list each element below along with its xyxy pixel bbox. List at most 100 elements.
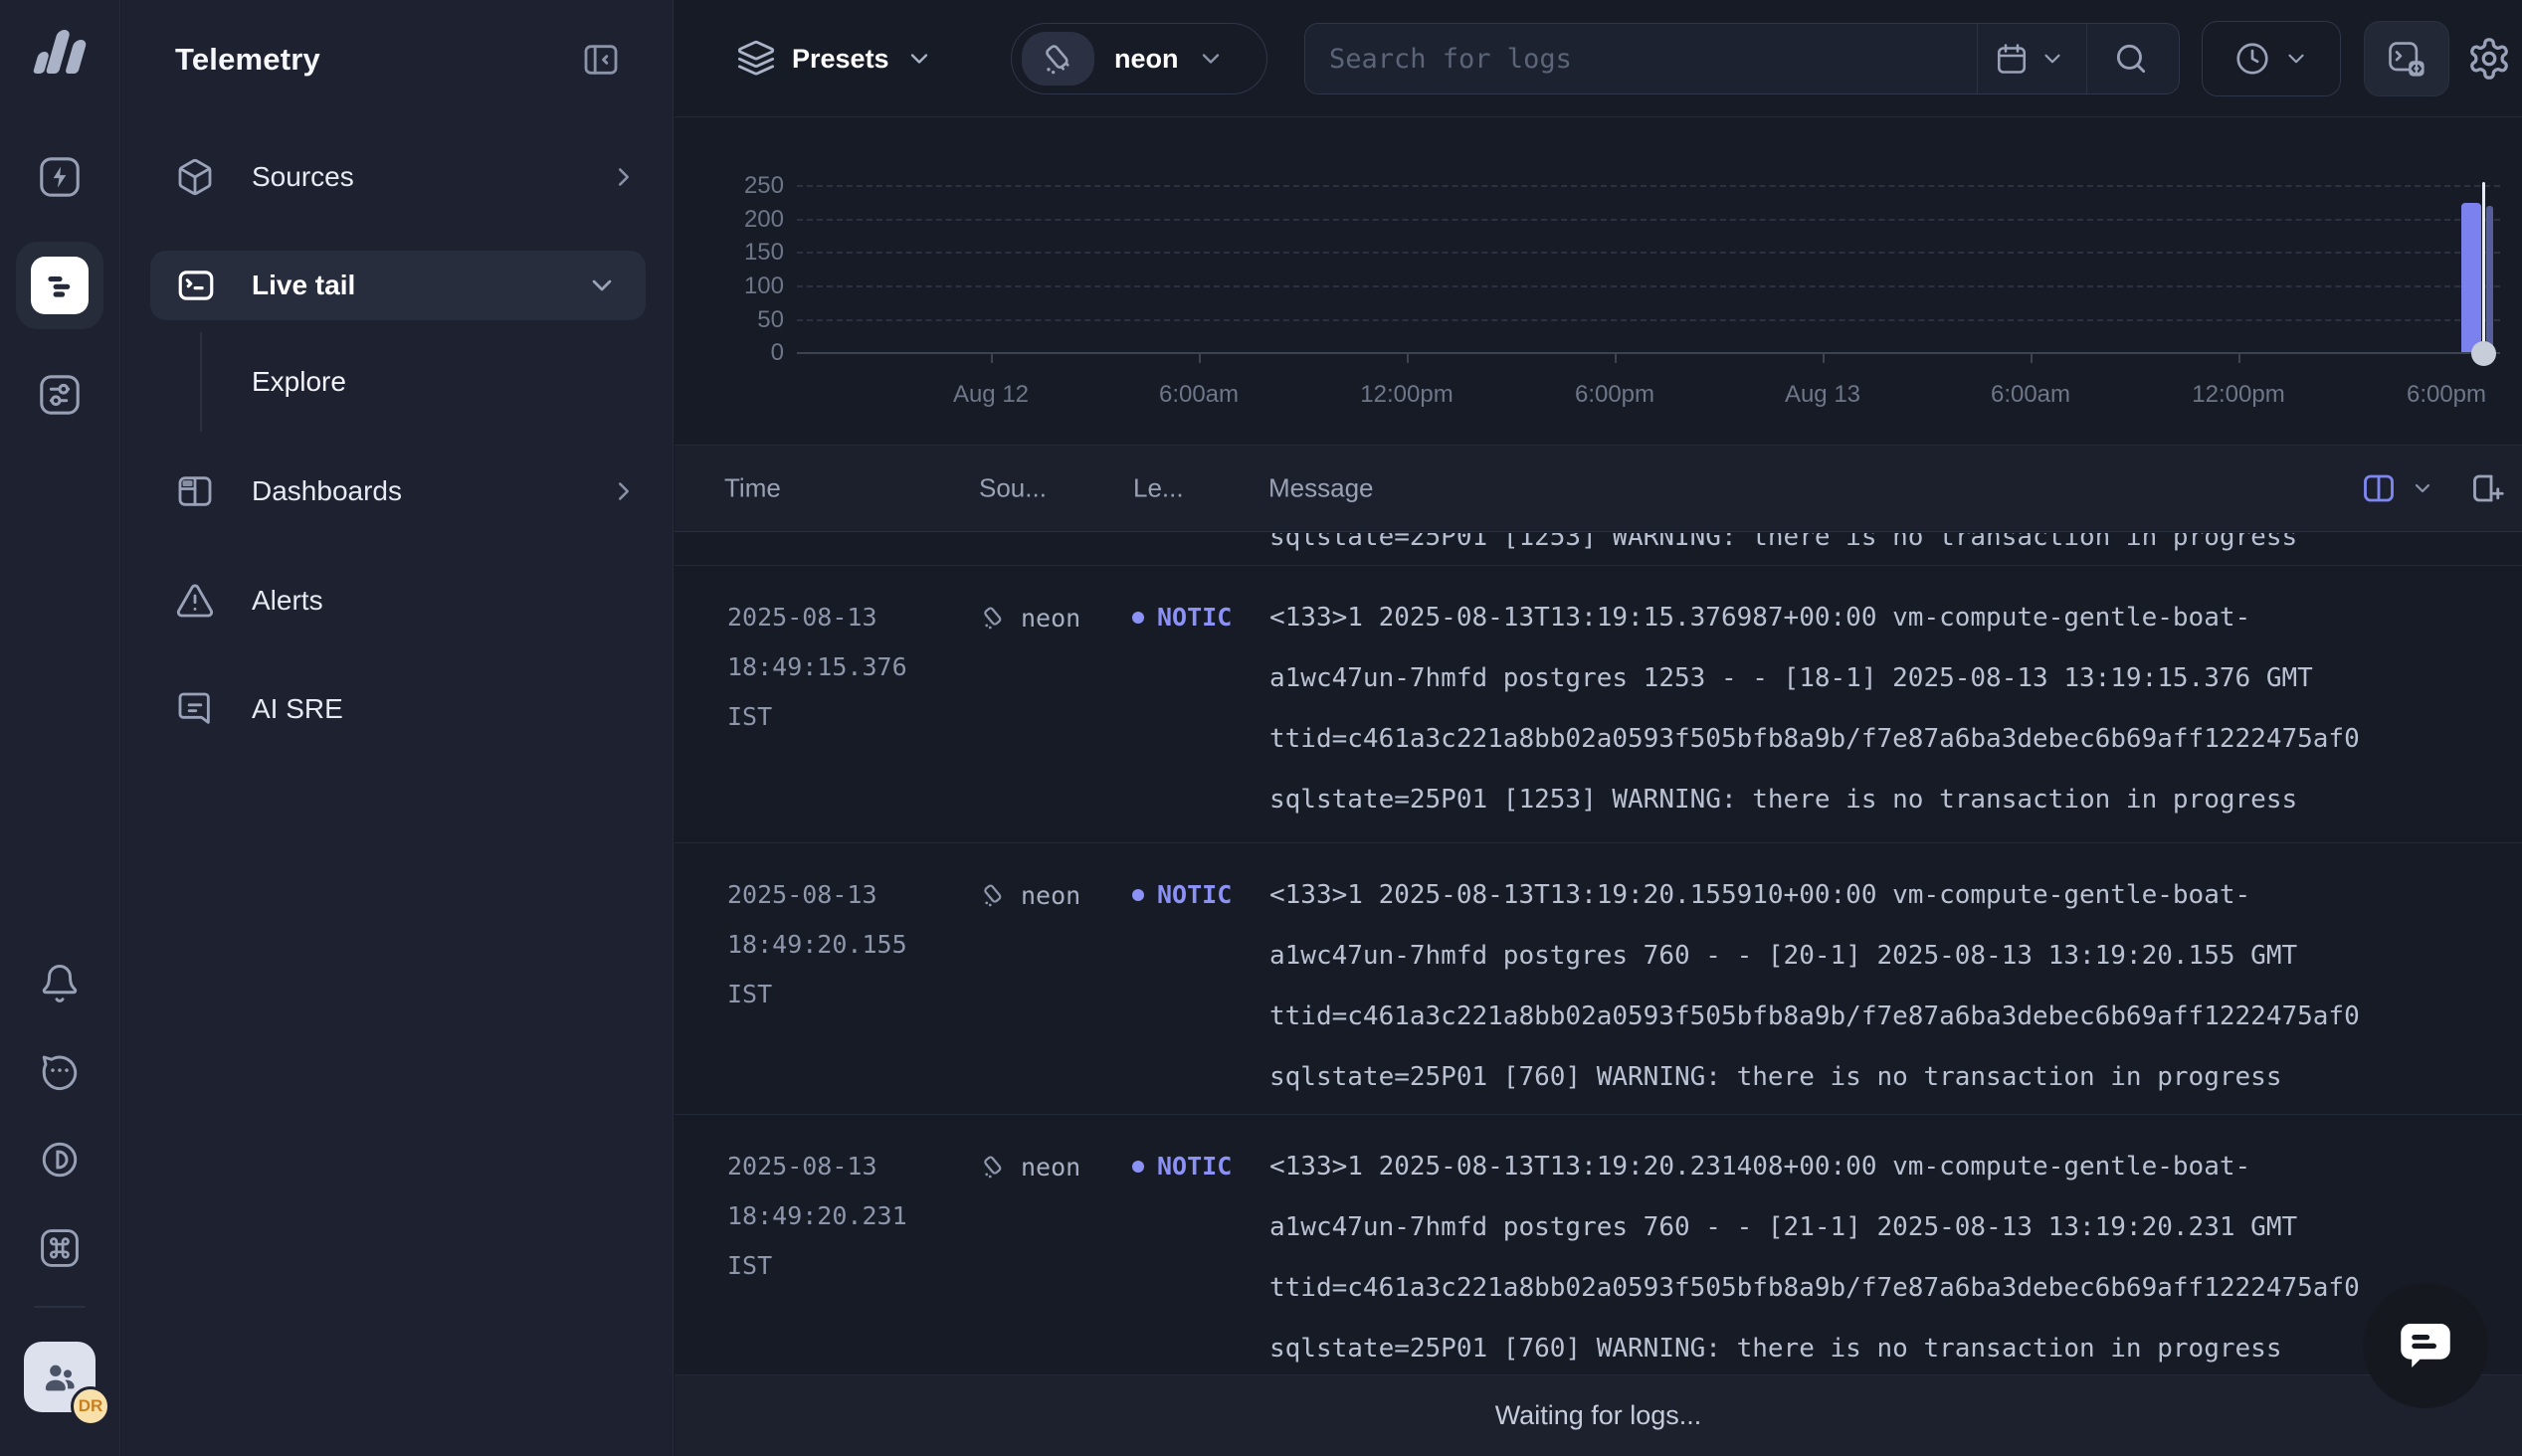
- columns-layout-icon[interactable]: [2361, 470, 2397, 506]
- log-source: neon: [979, 1152, 1080, 1182]
- time-scrubber-line[interactable]: [2482, 182, 2485, 354]
- level-dot-icon: [1132, 889, 1144, 901]
- histogram-bar-secondary: [2486, 206, 2493, 352]
- log-level: NOTIC: [1132, 880, 1232, 909]
- presets-label: Presets: [792, 44, 889, 75]
- collapse-sidebar-icon[interactable]: [581, 40, 621, 80]
- sidebar-item-label: Sources: [252, 161, 354, 193]
- y-tick: 250: [714, 172, 784, 200]
- log-level: NOTIC: [1132, 1152, 1232, 1181]
- x-tick-label: Aug 13: [1753, 381, 1892, 409]
- x-tickmark: [1407, 354, 1409, 363]
- user-initials-badge[interactable]: DR: [71, 1386, 110, 1426]
- presets-button[interactable]: Presets: [736, 23, 933, 94]
- y-tick: 0: [714, 339, 784, 367]
- log-search-bar: [1304, 23, 2180, 94]
- column-header-time[interactable]: Time: [724, 473, 781, 504]
- x-tick-label: 6:00pm: [1545, 381, 1684, 409]
- x-tick-label: 6:00am: [1961, 381, 2100, 409]
- gridline: [797, 252, 2500, 254]
- chevron-down-icon[interactable]: [2411, 476, 2434, 500]
- log-time: 2025-08-1318:49:20.155IST: [727, 870, 966, 1019]
- logs-rail-item-active[interactable]: [16, 242, 103, 329]
- log-volume-chart: 250 200 150 100 50 0 Aug 12 6:00am 12:00…: [675, 118, 2522, 445]
- rail-divider: [34, 1306, 86, 1308]
- log-time: 2025-08-1318:49:20.231IST: [727, 1142, 966, 1291]
- source-pipe-icon: [979, 1152, 1009, 1182]
- time-scrubber-handle[interactable]: [2471, 341, 2496, 366]
- theme-toggle-icon[interactable]: [39, 1139, 81, 1181]
- partial-log-text: sqlstate=25P01 [1253] WARNING: there is …: [1269, 533, 2297, 557]
- notifications-bell-icon[interactable]: [39, 963, 81, 1004]
- main-content: Presets neon: [675, 0, 2522, 1456]
- sidebar-item-sources[interactable]: Sources: [121, 142, 673, 212]
- alerts-warning-icon: [175, 581, 215, 621]
- log-table-header: Time Sou... Le... Message: [675, 445, 2522, 532]
- log-table-body: sqlstate=25P01 [1253] WARNING: there is …: [675, 533, 2522, 1456]
- x-tickmark: [991, 354, 993, 363]
- time-range-button[interactable]: [2202, 21, 2341, 96]
- source-pipe-icon: [979, 880, 1009, 910]
- y-tick: 200: [714, 206, 784, 234]
- keyboard-shortcuts-icon[interactable]: [38, 1226, 82, 1270]
- column-header-source[interactable]: Sou...: [979, 473, 1047, 504]
- y-tick: 150: [714, 239, 784, 267]
- log-message: <133>1 2025-08-13T13:19:20.155910+00:00 …: [1269, 865, 2522, 1108]
- partial-log-row[interactable]: sqlstate=25P01 [1253] WARNING: there is …: [675, 533, 2522, 565]
- log-source: neon: [979, 880, 1080, 910]
- x-tickmark: [1615, 354, 1617, 363]
- settings-gear-icon[interactable]: [2466, 36, 2512, 82]
- sidebar-item-dashboards[interactable]: Dashboards: [121, 456, 673, 526]
- chevron-down-icon: [2283, 46, 2309, 72]
- ai-sre-message-icon: [175, 689, 215, 729]
- live-tail-terminal-icon: [175, 265, 217, 306]
- page-title: Telemetry: [175, 42, 320, 78]
- calendar-icon: [1994, 41, 2030, 77]
- source-selector[interactable]: neon: [1011, 23, 1267, 94]
- divider: [2086, 24, 2087, 93]
- app-window: DR Telemetry Sources: [0, 0, 2522, 1456]
- status-text: Waiting for logs...: [1495, 1400, 1702, 1431]
- log-row[interactable]: 2025-08-1318:49:20.155IST neon NOTIC <13…: [675, 842, 2522, 1114]
- source-selector-value: neon: [1114, 44, 1179, 75]
- column-header-level[interactable]: Le...: [1133, 473, 1184, 504]
- icon-rail: DR: [0, 0, 120, 1456]
- sidebar-item-live-tail-active[interactable]: Live tail: [150, 251, 646, 320]
- x-tickmark: [2031, 354, 2033, 363]
- sidebar-item-explore[interactable]: Explore: [121, 347, 673, 417]
- search-input[interactable]: [1305, 24, 1972, 93]
- gridline: [797, 185, 2500, 187]
- sidebar-item-alerts[interactable]: Alerts: [121, 566, 673, 636]
- quick-actions-icon[interactable]: [37, 154, 83, 200]
- log-message: <133>1 2025-08-13T13:19:15.376987+00:00 …: [1269, 588, 2522, 830]
- chevron-right-icon: [609, 476, 639, 506]
- column-header-message[interactable]: Message: [1268, 473, 1374, 504]
- source-pipe-icon: [979, 603, 1009, 633]
- sidebar-item-ai-sre[interactable]: AI SRE: [121, 674, 673, 744]
- x-tick-label: 6:00pm: [2377, 381, 2516, 409]
- query-terminal-button[interactable]: [2364, 21, 2449, 96]
- histogram-bar[interactable]: [2461, 203, 2481, 352]
- chevron-down-icon: [2039, 46, 2065, 72]
- integrations-icon[interactable]: [37, 372, 83, 418]
- log-row[interactable]: 2025-08-1318:49:15.376IST neon NOTIC <13…: [675, 565, 2522, 842]
- gridline: [797, 219, 2500, 221]
- level-dot-icon: [1132, 612, 1144, 624]
- date-range-picker[interactable]: [1994, 41, 2065, 77]
- add-column-icon[interactable]: [2470, 470, 2506, 506]
- x-tickmark: [1199, 354, 1201, 363]
- logs-icon: [31, 257, 89, 314]
- sources-cube-icon: [175, 157, 215, 197]
- chat-fab-button[interactable]: [2363, 1283, 2488, 1408]
- chevron-right-icon: [609, 162, 639, 192]
- sidebar-item-label: Alerts: [252, 585, 323, 617]
- x-tick-label: 12:00pm: [1337, 381, 1476, 409]
- log-row[interactable]: 2025-08-1318:49:20.231IST neon NOTIC <13…: [675, 1114, 2522, 1374]
- middleware-logo-icon[interactable]: [32, 24, 88, 76]
- x-tick-label: 12:00pm: [2169, 381, 2308, 409]
- table-footer: Waiting for logs...: [675, 1374, 2522, 1456]
- log-time: 2025-08-1318:49:15.376IST: [727, 593, 966, 742]
- feedback-chat-icon[interactable]: [39, 1050, 81, 1092]
- chevron-down-icon: [1197, 45, 1225, 73]
- search-submit-icon[interactable]: [2112, 40, 2156, 78]
